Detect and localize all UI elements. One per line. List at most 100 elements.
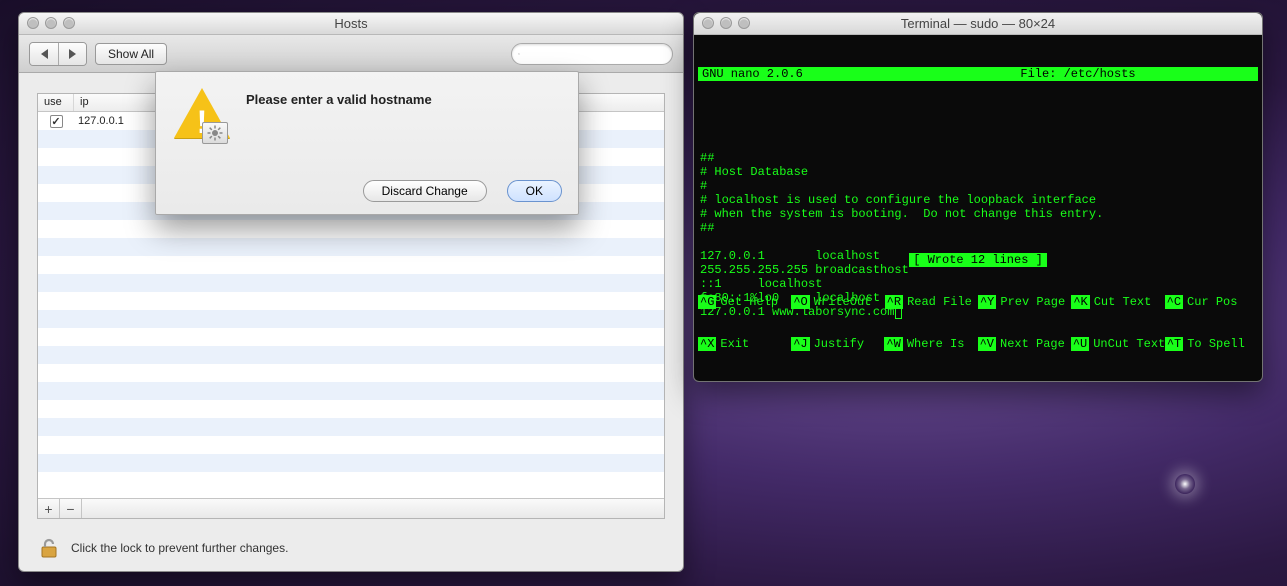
nav-group <box>29 42 87 66</box>
terminal-titlebar[interactable]: Terminal — sudo — 80×24 <box>694 13 1262 35</box>
shortcut-key: ^J <box>791 337 809 351</box>
add-button[interactable]: + <box>38 499 60 518</box>
nano-shortcut: ^V Next Page <box>978 337 1071 351</box>
search-input[interactable] <box>524 48 666 60</box>
minimize-icon[interactable] <box>45 17 57 29</box>
shortcut-label: Next Page <box>1000 337 1065 351</box>
close-icon[interactable] <box>27 17 39 29</box>
shortcut-label: Prev Page <box>1000 295 1065 309</box>
table-row[interactable] <box>38 310 664 328</box>
shortcut-key: ^G <box>698 295 716 309</box>
unlock-icon[interactable] <box>37 536 61 560</box>
table-row[interactable] <box>38 454 664 472</box>
shortcut-key: ^O <box>791 295 809 309</box>
ok-button[interactable]: OK <box>507 180 562 202</box>
alert-message: Please enter a valid hostname <box>246 88 562 107</box>
shortcut-label: UnCut Text <box>1093 337 1165 351</box>
term-line: # <box>698 179 1258 193</box>
chevron-left-icon <box>41 49 48 59</box>
shortcut-key: ^W <box>884 337 902 351</box>
shortcut-key: ^C <box>1165 295 1183 309</box>
alert-sheet: ! Please enter a valid hostname Discard … <box>155 71 579 215</box>
hosts-title: Hosts <box>334 16 367 31</box>
nano-app: GNU nano 2.0.6 <box>702 67 902 81</box>
term-line: ## <box>698 151 1258 165</box>
shortcut-key: ^R <box>885 295 903 309</box>
decor-star <box>1175 474 1195 494</box>
table-row[interactable] <box>38 418 664 436</box>
table-row[interactable] <box>38 256 664 274</box>
hosts-titlebar[interactable]: Hosts <box>19 13 683 35</box>
show-all-label: Show All <box>108 47 154 61</box>
nano-shortcut: ^OWriteOut <box>791 295 884 309</box>
zoom-icon[interactable] <box>63 17 75 29</box>
term-line: # when the system is booting. Do not cha… <box>698 207 1258 221</box>
table-row[interactable] <box>38 436 664 454</box>
nano-shortcut: ^UUnCut Text <box>1071 337 1165 351</box>
nano-footer: [ Wrote 12 lines ] ^GGet Help^OWriteOut^… <box>698 225 1258 379</box>
discard-change-button[interactable]: Discard Change <box>363 180 487 202</box>
warning-icon: ! <box>172 88 232 148</box>
nano-header: GNU nano 2.0.6 File: /etc/hosts <box>698 67 1258 81</box>
shortcut-key: ^T <box>1165 337 1183 351</box>
hosts-window: Hosts Show All use ip hostname 127.0.0.1… <box>18 12 684 572</box>
shortcut-label: To Spell <box>1187 337 1245 351</box>
table-row[interactable] <box>38 400 664 418</box>
nano-shortcut: ^W Where Is <box>884 337 977 351</box>
table-row[interactable] <box>38 238 664 256</box>
window-controls <box>27 17 75 29</box>
terminal-title: Terminal — sudo — 80×24 <box>901 16 1055 31</box>
ip-cell[interactable]: 127.0.0.1 <box>74 115 164 127</box>
search-field[interactable] <box>511 43 673 65</box>
table-row[interactable] <box>38 292 664 310</box>
prefs-badge-icon <box>202 122 228 144</box>
zoom-icon[interactable] <box>738 17 750 29</box>
use-checkbox[interactable] <box>50 115 63 128</box>
shortcut-label: Exit <box>720 337 749 351</box>
col-ip[interactable]: ip <box>74 94 164 111</box>
shortcut-key: ^V <box>978 337 996 351</box>
shortcut-key: ^X <box>698 337 716 351</box>
shortcut-key: ^Y <box>978 295 996 309</box>
col-use[interactable]: use <box>38 94 74 111</box>
shortcut-label: Justify <box>814 337 864 351</box>
nano-file: File: /etc/hosts <box>902 67 1254 81</box>
minimize-icon[interactable] <box>720 17 732 29</box>
table-row[interactable] <box>38 364 664 382</box>
close-icon[interactable] <box>702 17 714 29</box>
shortcut-label: Where Is <box>907 337 965 351</box>
shortcut-label: Read File <box>907 295 972 309</box>
nano-shortcut: ^Y Prev Page <box>978 295 1071 309</box>
show-all-button[interactable]: Show All <box>95 43 167 65</box>
terminal-body[interactable]: GNU nano 2.0.6 File: /etc/hosts ### Host… <box>694 35 1262 381</box>
table-row[interactable] <box>38 346 664 364</box>
table-row[interactable] <box>38 382 664 400</box>
term-line: # Host Database <box>698 165 1258 179</box>
nano-shortcut: ^X Exit <box>698 337 791 351</box>
shortcut-label: Get Help <box>720 295 778 309</box>
back-button[interactable] <box>30 43 58 65</box>
hosts-toolbar: Show All <box>19 35 683 73</box>
add-remove-bar: + − <box>38 498 664 518</box>
nano-shortcut: ^R Read File <box>885 295 978 309</box>
terminal-window: Terminal — sudo — 80×24 GNU nano 2.0.6 F… <box>693 12 1263 382</box>
table-row[interactable] <box>38 274 664 292</box>
term-line: # localhost is used to configure the loo… <box>698 193 1258 207</box>
lock-row: Click the lock to prevent further change… <box>19 525 683 571</box>
table-row[interactable] <box>38 328 664 346</box>
table-row[interactable] <box>38 220 664 238</box>
shortcut-label: Cut Text <box>1094 295 1152 309</box>
forward-button[interactable] <box>58 43 86 65</box>
nano-shortcut: ^J Justify <box>791 337 884 351</box>
nano-shortcut: ^K Cut Text <box>1071 295 1164 309</box>
remove-button[interactable]: − <box>60 499 82 518</box>
nano-status: [ Wrote 12 lines ] <box>698 253 1258 267</box>
chevron-right-icon <box>69 49 76 59</box>
search-icon <box>518 48 520 60</box>
table-row[interactable] <box>38 472 664 490</box>
nano-shortcut: ^G Get Help <box>698 295 791 309</box>
shortcut-key: ^K <box>1071 295 1089 309</box>
nano-shortcut: ^C Cur Pos <box>1165 295 1258 309</box>
shortcut-label: Cur Pos <box>1187 295 1237 309</box>
lock-text: Click the lock to prevent further change… <box>71 541 288 555</box>
